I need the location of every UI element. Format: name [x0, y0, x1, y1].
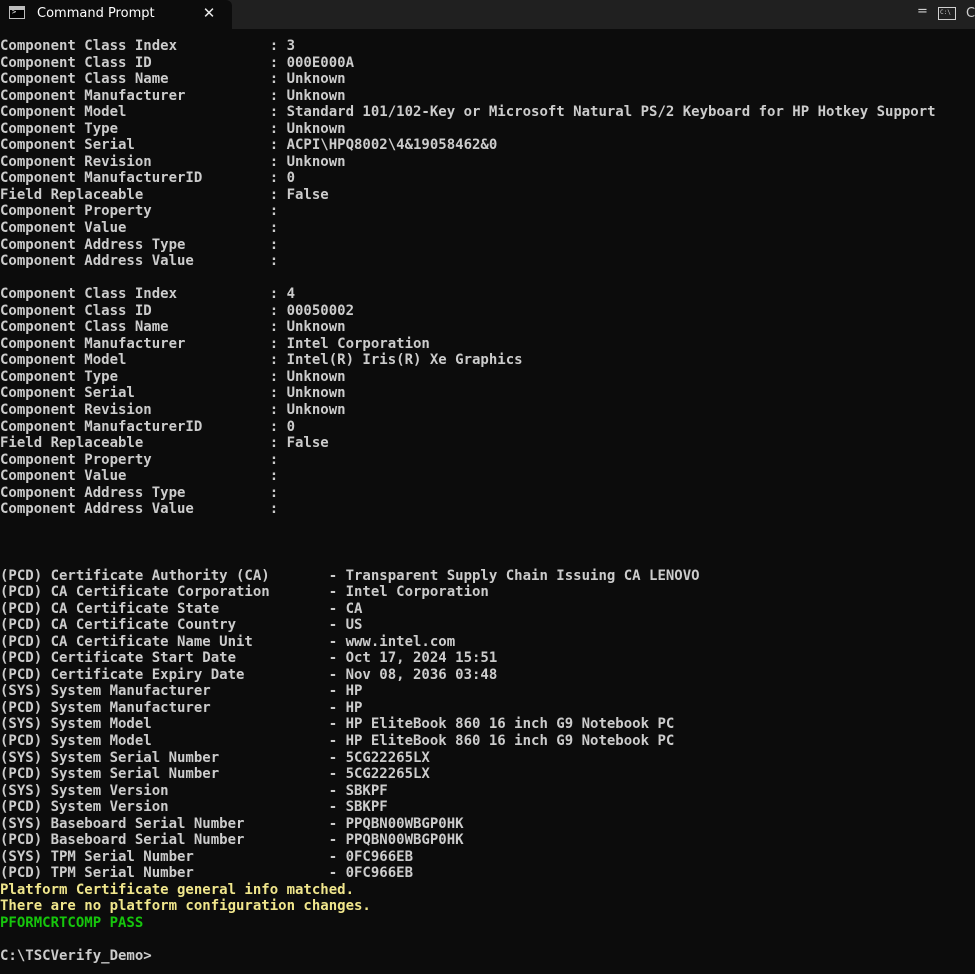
console-line: (SYS) System Model - HP EliteBook 860 16…: [0, 716, 675, 733]
tab-dropdown-icon[interactable]: =: [917, 4, 928, 20]
console-line: Component Revision : Unknown: [0, 153, 346, 170]
console-line: Component Property :: [0, 203, 279, 220]
console-line: (SYS) Baseboard Serial Number - PPQBN00W…: [0, 815, 464, 832]
console-line: Component Serial : Unknown: [0, 385, 346, 402]
tab-command-prompt[interactable]: Command Prompt ✕: [0, 0, 232, 29]
console-line: Component Serial : ACPI\HPQ8002\4&190584…: [0, 137, 498, 154]
console-line: (PCD) CA Certificate Country - US: [0, 617, 363, 634]
tab-title: Command Prompt: [37, 6, 155, 21]
console-line: Component Class ID : 000E000A: [0, 54, 355, 71]
console-line: Component Value :: [0, 468, 279, 485]
console-line: (PCD) Certificate Expiry Date - Nov 08, …: [0, 666, 498, 683]
console-line: (PCD) CA Certificate State - CA: [0, 600, 363, 617]
console-line: Component Manufacturer : Intel Corporati…: [0, 335, 430, 352]
console-line: (PCD) CA Certificate Corporation - Intel…: [0, 584, 489, 601]
console-line: (PCD) Baseboard Serial Number - PPQBN00W…: [0, 832, 464, 849]
console-line: Component ManufacturerID : 0: [0, 418, 296, 435]
console-line: (PCD) Certificate Start Date - Oct 17, 2…: [0, 650, 498, 667]
console-line: Component Class Index : 4: [0, 286, 296, 303]
console-line: There are no platform configuration chan…: [0, 898, 371, 915]
truncated-title-text: C: [966, 6, 975, 21]
console-line: (PCD) TPM Serial Number - 0FC966EB: [0, 865, 414, 882]
console-line: Component Type : Unknown: [0, 120, 346, 137]
console-line: Component Class Name : Unknown: [0, 71, 346, 88]
console-line: Component Address Type :: [0, 484, 279, 501]
console-line: Component Property :: [0, 451, 279, 468]
console-line: Component Manufacturer : Unknown: [0, 87, 346, 104]
console-line: Field Replaceable : False: [0, 186, 329, 203]
console-line: (PCD) System Model - HP EliteBook 860 16…: [0, 732, 675, 749]
console-line: (PCD) System Manufacturer - HP: [0, 699, 363, 716]
console-line: Component Address Value :: [0, 253, 279, 270]
console-line: Component Revision : Unknown: [0, 402, 346, 419]
console-line: Component Class ID : 00050002: [0, 302, 355, 319]
close-tab-icon[interactable]: ✕: [200, 3, 218, 23]
console-line: Component Address Type :: [0, 236, 279, 253]
console-line: Field Replaceable : False: [0, 435, 329, 452]
console-line: (PCD) System Serial Number - 5CG22265LX: [0, 766, 430, 783]
terminal-icon: [9, 6, 25, 19]
new-terminal-icon[interactable]: [938, 7, 956, 20]
console-line: (SYS) TPM Serial Number - 0FC966EB: [0, 848, 414, 865]
console-output[interactable]: Component Class Index : 3 Component Class…: [0, 38, 975, 974]
console-line: PFORMCRTCOMP PASS: [0, 914, 144, 931]
console-line: Component Model : Standard 101/102-Key o…: [0, 104, 936, 121]
title-bar: Command Prompt ✕ = C: [0, 0, 975, 29]
console-line: (PCD) Certificate Authority (CA) - Trans…: [0, 567, 700, 584]
console-line: Component Address Value :: [0, 501, 279, 518]
console-line: Component Type : Unknown: [0, 368, 346, 385]
console-line: (PCD) CA Certificate Name Unit - www.int…: [0, 633, 456, 650]
console-line: (SYS) System Manufacturer - HP: [0, 683, 363, 700]
console-line: Component Model : Intel(R) Iris(R) Xe Gr…: [0, 352, 523, 369]
console-line: Component ManufacturerID : 0: [0, 170, 296, 187]
console-line: (SYS) System Serial Number - 5CG22265LX: [0, 749, 430, 766]
console-line: Component Class Index : 3: [0, 38, 296, 54]
console-line: Component Class Name : Unknown: [0, 319, 346, 336]
command-prompt-window: Command Prompt ✕ = C Component Class Ind…: [0, 0, 975, 974]
console-line: Platform Certificate general info matche…: [0, 881, 355, 898]
console-line: (SYS) System Version - SBKPF: [0, 782, 388, 799]
console-line: Component Value :: [0, 220, 279, 237]
console-line: (PCD) System Version - SBKPF: [0, 799, 388, 816]
command-prompt-line: C:\TSCVerify_Demo>: [0, 948, 152, 965]
